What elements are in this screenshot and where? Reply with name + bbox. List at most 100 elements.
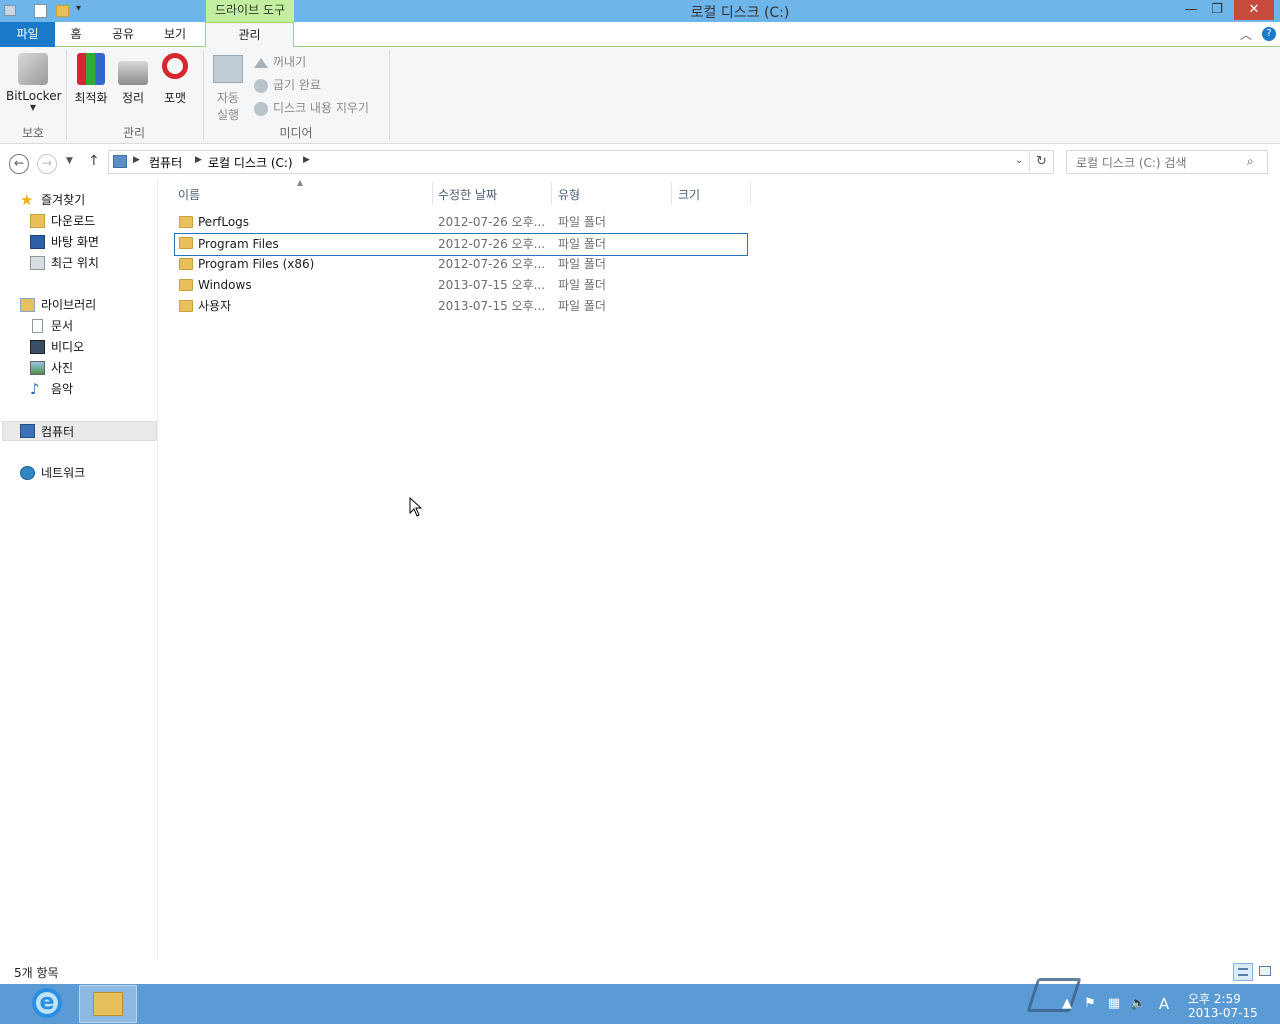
cleanup-label: 정리 — [121, 91, 145, 105]
file-type: 파일 폴더 — [558, 215, 606, 229]
breadcrumb-separator-icon[interactable]: ▶ — [133, 155, 140, 165]
collapse-ribbon-icon[interactable]: ︿ — [1240, 26, 1252, 43]
folder-icon — [179, 216, 193, 228]
up-button[interactable]: ↑ — [88, 153, 100, 169]
eject-label: 꺼내기 — [273, 55, 307, 69]
help-icon[interactable]: ? — [1262, 27, 1276, 41]
column-header-name[interactable]: 이름 — [178, 186, 200, 203]
address-bar[interactable]: ▶ 컴퓨터 ▶ 로컬 디스크 (C:) ▶ ⌄ ↻ — [108, 150, 1054, 174]
title-bar: ▾ 드라이브 도구 로컬 디스크 (C:) — ❐ ✕ — [0, 0, 1280, 22]
sidebar-item-label: 다운로드 — [51, 214, 96, 228]
eject-icon — [254, 57, 268, 68]
folder-icon — [179, 237, 193, 249]
action-center-flag-icon[interactable]: ⚑ — [1082, 996, 1098, 1012]
large-icons-view-icon — [1259, 966, 1271, 976]
file-row[interactable]: PerfLogs 2012-07-26 오후... 파일 폴더 — [174, 212, 748, 233]
clock-time[interactable]: 오후 2:59 — [1188, 990, 1241, 1007]
tab-share[interactable]: 공유 — [104, 22, 142, 47]
file-name: 사용자 — [198, 299, 232, 313]
tab-manage[interactable]: 관리 — [205, 22, 294, 48]
address-history-icon[interactable]: ⌄ — [1015, 155, 1023, 166]
file-explorer-icon — [93, 992, 123, 1016]
column-divider[interactable] — [551, 182, 552, 204]
close-button[interactable]: ✕ — [1234, 0, 1274, 20]
minimize-button[interactable]: — — [1178, 0, 1204, 20]
search-icon[interactable]: ⌕ — [1247, 154, 1254, 169]
format-button[interactable]: 포맷 — [156, 53, 194, 106]
column-header-type[interactable]: 유형 — [558, 186, 580, 203]
erase-disc-button[interactable]: 디스크 내용 지우기 — [254, 97, 369, 119]
breadcrumb-separator-icon[interactable]: ▶ — [303, 155, 310, 165]
recent-locations-icon[interactable]: ▼ — [66, 156, 73, 166]
breadcrumb-separator-icon[interactable]: ▶ — [195, 155, 202, 165]
navigation-pane: ★ 즐겨찾기 다운로드 바탕 화면 최근 위치 라이브러리 문서 비디오 사진 … — [0, 180, 158, 960]
back-button[interactable]: ← — [9, 154, 29, 174]
forward-button[interactable]: → — [37, 154, 57, 174]
column-divider[interactable] — [432, 182, 433, 204]
network-status-icon[interactable]: ▦ — [1106, 996, 1122, 1012]
tab-home[interactable]: 홈 — [58, 22, 94, 47]
group-divider — [203, 50, 204, 140]
volume-icon[interactable]: 🔈 — [1130, 996, 1146, 1012]
breadcrumb-local-disk[interactable]: 로컬 디스크 (C:) — [208, 154, 293, 171]
sidebar-item-label: 문서 — [51, 319, 74, 333]
breadcrumb-computer[interactable]: 컴퓨터 — [149, 154, 182, 171]
sidebar-item-label: 사진 — [51, 361, 74, 375]
eject-button[interactable]: 꺼내기 — [254, 51, 306, 73]
search-box[interactable]: 로컬 디스크 (C:) 검색 ⌕ — [1066, 150, 1268, 174]
file-type: 파일 폴더 — [558, 257, 606, 271]
column-header-modified[interactable]: 수정한 날짜 — [438, 186, 497, 203]
star-icon: ★ — [20, 191, 34, 209]
sidebar-item-label: 즐겨찾기 — [41, 193, 86, 207]
show-hidden-icons-icon[interactable]: ▲ — [1059, 996, 1075, 1012]
finish-burning-button[interactable]: 굽기 완료 — [254, 74, 321, 96]
status-item-count: 5개 항목 — [14, 966, 59, 980]
erase-disc-icon — [254, 101, 268, 116]
sidebar-item-label: 바탕 화면 — [51, 235, 99, 249]
file-row-selected[interactable]: Program Files 2012-07-26 오후... 파일 폴더 — [174, 233, 748, 256]
sidebar-item-label: 라이브러리 — [41, 298, 97, 312]
file-modified: 2013-07-15 오후... — [438, 278, 546, 292]
folder-icon — [179, 300, 193, 312]
file-name: Program Files (x86) — [198, 257, 315, 271]
format-icon — [162, 53, 188, 79]
clock-date[interactable]: 2013-07-15 — [1188, 1006, 1258, 1020]
sidebar-item-label: 비디오 — [51, 340, 85, 354]
column-header-size[interactable]: 크기 — [678, 186, 700, 203]
column-header-row: ▲ 이름 수정한 날짜 유형 크기 — [160, 178, 1280, 206]
file-modified: 2012-07-26 오후... — [438, 257, 546, 271]
refresh-icon[interactable]: ↻ — [1029, 151, 1053, 173]
group-label-manage: 관리 — [122, 126, 146, 140]
maximize-button[interactable]: ❐ — [1204, 0, 1230, 20]
file-type: 파일 폴더 — [558, 237, 606, 251]
bitlocker-button[interactable]: BitLocker ▼ — [6, 53, 62, 112]
autoplay-icon — [213, 55, 243, 83]
file-row[interactable]: Windows 2013-07-15 오후... 파일 폴더 — [174, 275, 748, 296]
tab-view[interactable]: 보기 — [156, 22, 194, 47]
recent-places-icon — [30, 256, 45, 270]
sidebar-item-computer[interactable]: 컴퓨터 — [2, 421, 157, 441]
input-method-indicator[interactable]: A — [1156, 996, 1172, 1012]
taskbar: e ▲ ⚑ ▦ 🔈 A 오후 2:59 2013-07-15 — [0, 978, 1280, 1024]
downloads-folder-icon — [30, 214, 45, 228]
optimize-button[interactable]: 최적화 — [70, 53, 112, 106]
autoplay-button[interactable]: 자동 실행 — [208, 55, 248, 123]
defrag-icon — [77, 53, 105, 85]
format-label: 포맷 — [163, 91, 187, 105]
file-explorer-taskbar-button[interactable] — [79, 985, 137, 1023]
file-row[interactable]: Program Files (x86) 2012-07-26 오후... 파일 … — [174, 254, 748, 275]
tab-file[interactable]: 파일 — [0, 22, 55, 47]
column-divider[interactable] — [671, 182, 672, 204]
file-name: Program Files — [198, 237, 279, 251]
file-modified: 2012-07-26 오후... — [438, 215, 546, 229]
internet-explorer-button[interactable]: e — [26, 984, 70, 1024]
file-row[interactable]: 사용자 2013-07-15 오후... 파일 폴더 — [174, 296, 748, 317]
cleanup-button[interactable]: 정리 — [114, 53, 152, 106]
internet-explorer-icon: e — [32, 988, 62, 1018]
search-input[interactable]: 로컬 디스크 (C:) 검색 — [1076, 154, 1187, 171]
autoplay-label-line1: 자동 — [216, 91, 240, 105]
column-divider[interactable] — [750, 182, 751, 204]
details-view-button[interactable] — [1233, 963, 1253, 981]
computer-icon — [113, 155, 127, 168]
large-icons-view-button[interactable] — [1256, 963, 1276, 981]
